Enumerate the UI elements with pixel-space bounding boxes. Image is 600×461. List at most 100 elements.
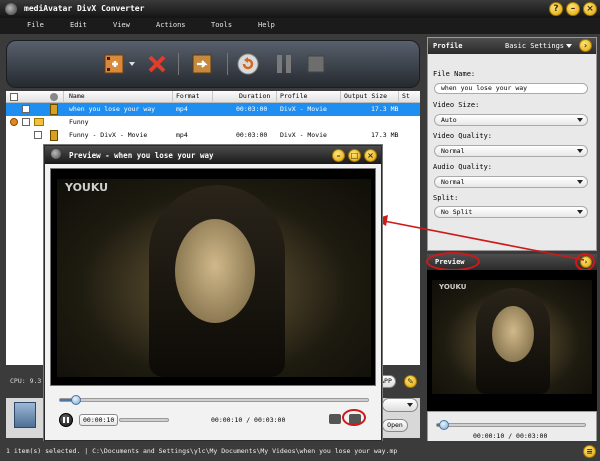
profile-title: Profile [433,42,463,50]
video-file-icon [50,130,58,141]
menu-view[interactable]: View [113,21,130,29]
add-file-button[interactable] [101,51,127,77]
video-quality-value: Normal [441,147,465,155]
refresh-icon [237,53,259,75]
convert-button[interactable] [189,51,215,77]
file-list-header: Name Format Duration Profile Output Size… [6,91,420,103]
small-video-player[interactable]: YOUKU [427,270,597,411]
position-slider[interactable] [119,418,169,422]
refresh-button[interactable] [235,51,261,77]
header-divider [172,91,173,103]
collapse-icon[interactable] [10,118,18,126]
menu-help[interactable]: Help [258,21,275,29]
profile-panel-header: Profile Basic Settings › [428,38,596,54]
status-column-icon [50,93,58,101]
film-strip-icon [14,402,36,428]
preview-window-title: Preview - when you lose your way [69,151,214,160]
basic-settings-toggle[interactable]: Basic Settings [505,42,564,50]
log-button[interactable]: ≡ [583,445,596,458]
annotation-highlight [342,409,366,426]
profile-panel-arrow-button[interactable]: › [579,39,592,52]
row-size: 17.3 MB [371,105,399,113]
audio-quality-value: Normal [441,178,465,186]
chevron-down-icon [577,118,583,122]
toolbar-separator [227,53,228,75]
table-row[interactable]: when you lose your way mp4 00:03:00 DivX… [6,103,420,116]
chevron-down-icon [407,403,413,407]
destination-dropdown[interactable] [382,398,418,412]
seek-knob[interactable] [71,395,82,405]
row-name: Funny [69,118,89,126]
video-size-select[interactable]: Auto [434,114,588,126]
stop-button[interactable] [303,51,329,77]
video-player[interactable]: YOUKU [50,168,376,386]
menu-edit[interactable]: Edit [70,21,87,29]
video-frame [57,179,371,377]
add-dropdown-icon[interactable] [129,62,135,66]
file-name-label: File Name: [433,70,476,78]
header-divider [398,91,399,103]
file-name-field[interactable]: when you lose your way [434,83,588,94]
table-row[interactable]: Funny [6,116,420,129]
split-label: Split: [433,194,459,202]
pause-button[interactable] [271,51,297,77]
row-checkbox[interactable] [34,131,42,139]
row-checkbox[interactable] [22,105,30,113]
seek-bar[interactable] [59,398,369,402]
audio-quality-select[interactable]: Normal [434,176,588,188]
menu-tools[interactable]: Tools [211,21,232,29]
delete-icon [148,55,166,73]
chevron-down-icon [577,149,583,153]
small-seek-bar[interactable] [436,423,586,427]
annotation-arrow [375,215,585,261]
small-time-readout: 00:00:10 / 00:03:00 [473,432,548,440]
youku-watermark: YOUKU [65,181,109,194]
chevron-down-icon[interactable] [566,44,572,48]
pause-icon [277,55,291,73]
row-profile: DivX - Movie [280,105,327,113]
menu-file[interactable]: File [27,21,44,29]
video-frame [432,280,592,394]
header-format[interactable]: Format [176,92,199,100]
header-divider [63,91,64,103]
open-button[interactable]: Open [382,419,408,432]
audio-quality-label: Audio Quality: [433,163,493,171]
snapshot-folder-icon[interactable] [329,414,341,424]
row-profile: DivX - Movie [280,131,327,139]
select-all-checkbox[interactable] [10,93,18,101]
minimize-button[interactable]: – [566,2,580,16]
youku-watermark: YOUKU [439,283,467,291]
close-button[interactable]: × [583,2,597,16]
row-duration: 00:03:00 [236,105,268,113]
row-checkbox[interactable] [22,118,30,126]
settings-button[interactable]: ✎ [404,375,417,388]
preview-maximize-button[interactable]: □ [348,149,361,162]
header-profile[interactable]: Profile [280,92,307,100]
current-time-box[interactable]: 00:00:10 [79,414,119,426]
table-row[interactable]: Funny - DivX - Movie mp4 00:03:00 DivX -… [6,129,420,142]
row-name: Funny - DivX - Movie [69,131,148,139]
header-divider [340,91,341,103]
add-file-icon [104,54,124,74]
header-duration[interactable]: Duration [239,92,270,100]
video-size-label: Video Size: [433,101,480,109]
video-file-icon [50,104,58,115]
video-quality-select[interactable]: Normal [434,145,588,157]
help-button[interactable]: ? [549,2,563,16]
toolbar [6,40,420,88]
header-divider [212,91,213,103]
menu-actions[interactable]: Actions [156,21,186,29]
video-quality-label: Video Quality: [433,132,493,140]
preview-minimize-button[interactable]: – [332,149,345,162]
app-logo-icon [5,3,17,15]
small-seek-knob[interactable] [439,420,450,430]
pause-button[interactable] [59,413,73,427]
folder-icon [34,118,44,126]
remove-button[interactable] [144,51,170,77]
header-name[interactable]: Name [69,92,85,100]
header-output-size[interactable]: Output Size [344,92,387,100]
header-divider [276,91,277,103]
preview-close-button[interactable]: × [364,149,377,162]
row-format: mp4 [176,131,188,139]
header-status[interactable]: St [402,92,410,100]
